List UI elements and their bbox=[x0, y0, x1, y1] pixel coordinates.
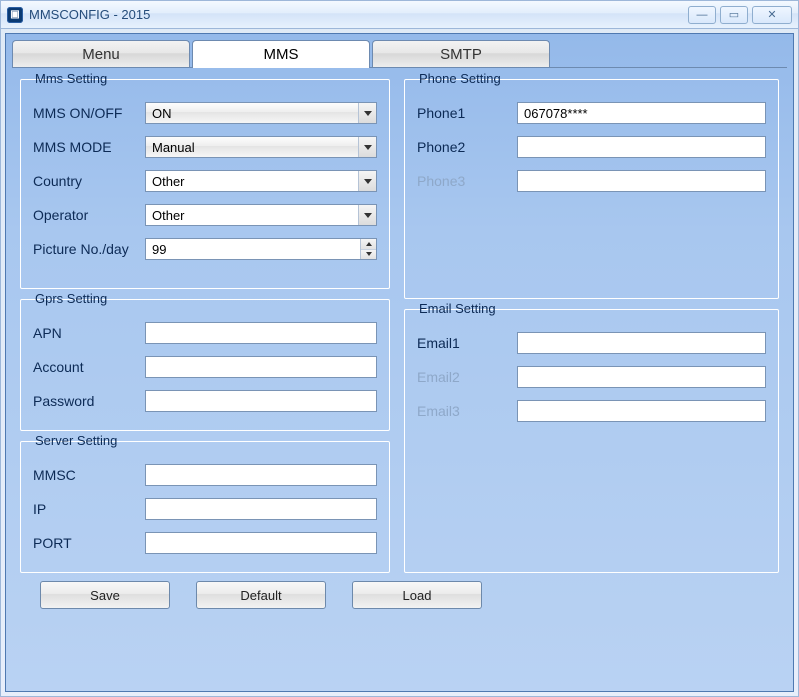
label-port: PORT bbox=[33, 535, 135, 551]
label-mms-onoff: MMS ON/OFF bbox=[33, 105, 135, 121]
input-port[interactable] bbox=[145, 532, 377, 554]
close-button[interactable]: ✕ bbox=[752, 6, 792, 24]
default-button[interactable]: Default bbox=[196, 581, 326, 609]
bottom-button-bar: Save Default Load bbox=[20, 573, 779, 609]
input-ip[interactable] bbox=[145, 498, 377, 520]
group-mms-setting: Mms Setting MMS ON/OFF ON MMS MODE Man bbox=[20, 79, 390, 289]
tab-mms-label: MMS bbox=[264, 46, 299, 63]
label-phone3: Phone3 bbox=[417, 173, 507, 189]
legend-email-setting: Email Setting bbox=[415, 301, 500, 316]
titlebar: ▣ MMSCONFIG - 2015 — ▭ ✕ bbox=[1, 1, 798, 29]
tab-bar: Menu MMS SMTP bbox=[6, 34, 793, 68]
label-mms-mode: MMS MODE bbox=[33, 139, 135, 155]
combo-mms-onoff[interactable]: ON bbox=[145, 102, 377, 124]
spinner-picture-no[interactable]: 99 bbox=[145, 238, 377, 260]
tab-smtp[interactable]: SMTP bbox=[372, 40, 550, 68]
tab-menu-label: Menu bbox=[82, 46, 120, 63]
label-ip: IP bbox=[33, 501, 135, 517]
load-button[interactable]: Load bbox=[352, 581, 482, 609]
input-email3[interactable] bbox=[517, 400, 766, 422]
client-area: Menu MMS SMTP Mms Setting MMS ON/OFF ON bbox=[5, 33, 794, 692]
input-email1[interactable] bbox=[517, 332, 766, 354]
input-phone3[interactable] bbox=[517, 170, 766, 192]
label-picture-no: Picture No./day bbox=[33, 241, 135, 257]
combo-mms-onoff-value: ON bbox=[146, 106, 358, 121]
label-mmsc: MMSC bbox=[33, 467, 135, 483]
legend-phone-setting: Phone Setting bbox=[415, 71, 505, 86]
label-account: Account bbox=[33, 359, 135, 375]
combo-mms-mode-value: Manual bbox=[146, 140, 358, 155]
chevron-down-icon bbox=[358, 171, 376, 191]
spinner-up-icon[interactable] bbox=[361, 239, 376, 250]
minimize-button[interactable]: — bbox=[688, 6, 716, 24]
app-icon: ▣ bbox=[7, 7, 23, 23]
label-country: Country bbox=[33, 173, 135, 189]
group-phone-setting: Phone Setting Phone1 067078**** Phone2 P… bbox=[404, 79, 779, 299]
chevron-down-icon bbox=[358, 137, 376, 157]
chevron-down-icon bbox=[358, 103, 376, 123]
tab-smtp-label: SMTP bbox=[440, 46, 482, 63]
input-apn[interactable] bbox=[145, 322, 377, 344]
tab-mms[interactable]: MMS bbox=[192, 40, 370, 68]
input-email2[interactable] bbox=[517, 366, 766, 388]
combo-mms-mode[interactable]: Manual bbox=[145, 136, 377, 158]
app-window: ▣ MMSCONFIG - 2015 — ▭ ✕ Menu MMS SMTP M… bbox=[0, 0, 799, 697]
label-email1: Email1 bbox=[417, 335, 507, 351]
group-email-setting: Email Setting Email1 Email2 Email3 bbox=[404, 309, 779, 573]
legend-mms-setting: Mms Setting bbox=[31, 71, 111, 86]
maximize-button[interactable]: ▭ bbox=[720, 6, 748, 24]
window-title: MMSCONFIG - 2015 bbox=[29, 7, 150, 22]
label-phone1: Phone1 bbox=[417, 105, 507, 121]
input-phone2[interactable] bbox=[517, 136, 766, 158]
label-operator: Operator bbox=[33, 207, 135, 223]
label-phone2: Phone2 bbox=[417, 139, 507, 155]
combo-country-value: Other bbox=[146, 174, 358, 189]
label-password: Password bbox=[33, 393, 135, 409]
label-apn: APN bbox=[33, 325, 135, 341]
spinner-down-icon[interactable] bbox=[361, 250, 376, 260]
chevron-down-icon bbox=[358, 205, 376, 225]
save-button[interactable]: Save bbox=[40, 581, 170, 609]
legend-gprs-setting: Gprs Setting bbox=[31, 291, 111, 306]
combo-operator[interactable]: Other bbox=[145, 204, 377, 226]
tab-content: Mms Setting MMS ON/OFF ON MMS MODE Man bbox=[6, 69, 793, 691]
group-server-setting: Server Setting MMSC IP PORT bbox=[20, 441, 390, 573]
tab-menu[interactable]: Menu bbox=[12, 40, 190, 68]
input-account[interactable] bbox=[145, 356, 377, 378]
input-password[interactable] bbox=[145, 390, 377, 412]
input-phone1[interactable]: 067078**** bbox=[517, 102, 766, 124]
input-mmsc[interactable] bbox=[145, 464, 377, 486]
combo-country[interactable]: Other bbox=[145, 170, 377, 192]
combo-operator-value: Other bbox=[146, 208, 358, 223]
legend-server-setting: Server Setting bbox=[31, 433, 121, 448]
spinner-picture-no-value: 99 bbox=[146, 239, 360, 259]
label-email3: Email3 bbox=[417, 403, 507, 419]
group-gprs-setting: Gprs Setting APN Account Password bbox=[20, 299, 390, 431]
label-email2: Email2 bbox=[417, 369, 507, 385]
